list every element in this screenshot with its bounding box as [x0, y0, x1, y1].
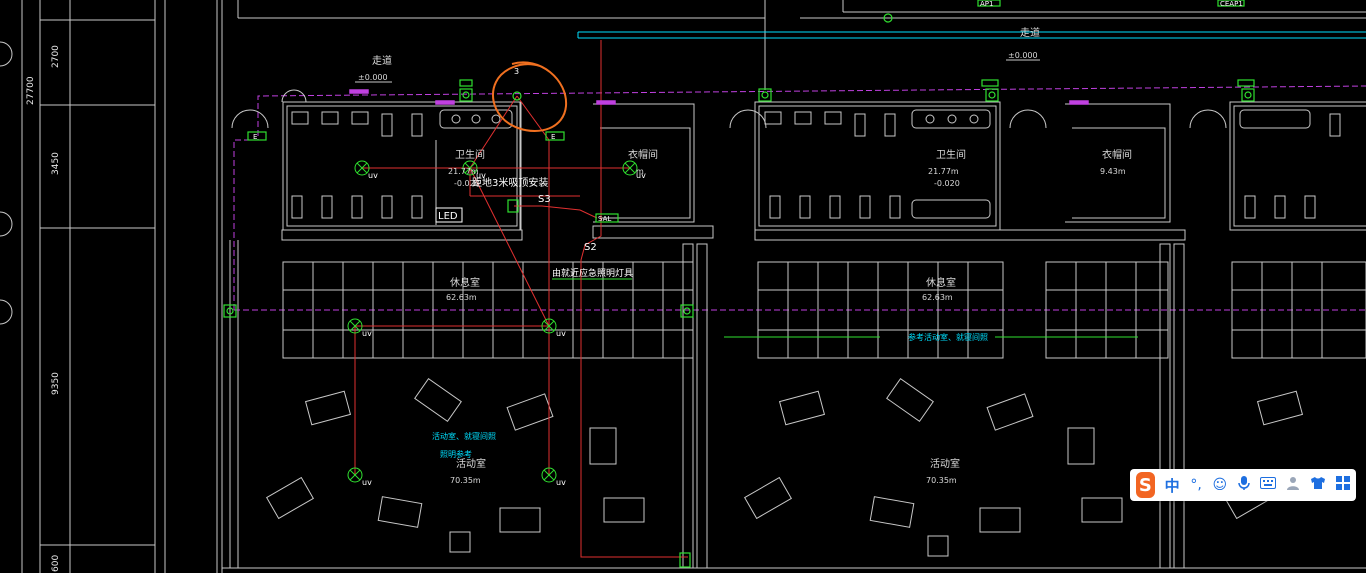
sal-box: SAL — [598, 215, 611, 223]
green-note-lines — [552, 278, 1138, 338]
emoji-icon[interactable]: ☺ — [1213, 477, 1228, 493]
elevation-label: ±0.000 — [358, 73, 388, 82]
washroom-left — [281, 101, 523, 241]
room-name: 衣帽间 — [1102, 148, 1132, 161]
grid-icon[interactable] — [1336, 476, 1351, 494]
corridor-cyan-line — [577, 31, 1366, 39]
room-area: 21.77m — [448, 167, 479, 176]
shirt-icon[interactable] — [1310, 476, 1326, 494]
dim-2700: 2700 — [51, 45, 61, 68]
room-area: 9.43m — [1100, 167, 1126, 176]
room-name: 衣帽间 — [628, 148, 658, 161]
emergency-note: 由就近应急照明灯具 — [552, 267, 633, 279]
room-name: 休息室 — [926, 276, 956, 289]
washroom-far-right — [1229, 101, 1366, 231]
room-name: 休息室 — [450, 276, 480, 289]
circuit-s3: S3 — [538, 194, 551, 205]
ime-punctuation-toggle[interactable]: °, — [1190, 477, 1203, 493]
room-area: 62.63m — [446, 293, 477, 302]
room-name: 卫生间 — [455, 148, 485, 161]
uv-label: uv — [362, 329, 372, 338]
uv-label: uv — [368, 171, 378, 180]
room-name: 卫生间 — [936, 148, 966, 161]
room-area: 62.63m — [922, 293, 953, 302]
room-area: 21.77m — [928, 167, 959, 176]
ime-logo-icon[interactable]: S — [1136, 472, 1155, 498]
left-dimension-strip — [0, 0, 166, 573]
activity-tables-right — [743, 378, 1304, 557]
ime-language-toggle[interactable]: 中 — [1165, 475, 1180, 496]
room-elevation: -0.020 — [934, 179, 960, 188]
orange-highlight-circle — [492, 61, 568, 132]
cyan-note: 活动室、就寝间照 — [432, 431, 496, 441]
uv-label: uv — [362, 478, 372, 487]
uv-label: uv — [556, 478, 566, 487]
cyan-note: 参考活动室、就寝间照 — [908, 332, 988, 342]
dim-9350: 9350 — [51, 372, 61, 395]
room-area: 70.35m — [926, 476, 957, 485]
wardrobe-room-right — [1065, 103, 1171, 223]
door-swings — [231, 89, 1227, 129]
emergency-light-boxes — [223, 0, 1255, 568]
uv-label: uv — [556, 329, 566, 338]
dim-27700: 27700 — [26, 76, 36, 105]
corridor-label: 走道 — [372, 54, 392, 67]
keyboard-icon[interactable] — [1260, 477, 1277, 493]
corridor-label: 走道 — [1020, 26, 1040, 39]
circle-number: 3 — [514, 67, 519, 76]
room-name: 活动室 — [930, 457, 960, 470]
ap-label: CEAP1 — [1220, 0, 1243, 8]
room-area: m — [636, 167, 644, 176]
led-label: LED — [438, 211, 458, 222]
user-icon[interactable] — [1286, 476, 1300, 494]
cyan-note: 照明参考 — [440, 449, 472, 459]
room-area: 70.35m — [450, 476, 481, 485]
ime-toolbar[interactable]: S 中 °, ☺ — [1130, 469, 1356, 501]
lamp-mounting-note: 距地3米吸顶安装 — [472, 176, 548, 189]
elevation-label: ±0.000 — [1008, 51, 1038, 60]
dim-3450: 3450 — [51, 152, 61, 175]
dim-600: 600 — [51, 555, 61, 572]
e-tag: E — [253, 133, 257, 141]
ap-label: AP1 — [980, 0, 993, 8]
e-tag: E — [551, 133, 555, 141]
circuit-s2: S2 — [584, 242, 597, 253]
microphone-icon[interactable] — [1237, 475, 1250, 495]
